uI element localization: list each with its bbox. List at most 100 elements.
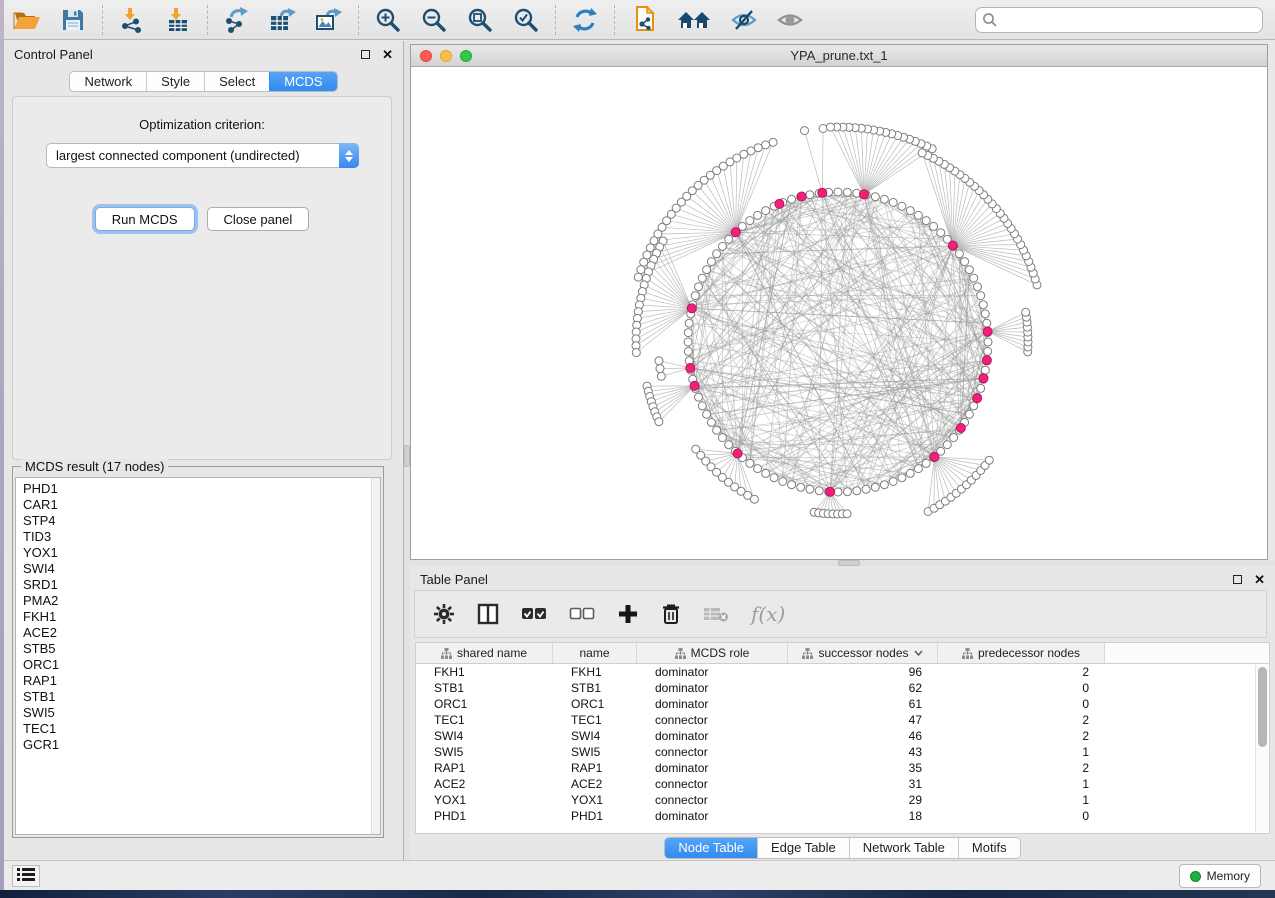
mcds-list-scrollbar[interactable] — [371, 478, 380, 834]
graph-node[interactable] — [707, 258, 715, 266]
graph-node[interactable] — [725, 441, 733, 449]
graph-node[interactable] — [695, 393, 703, 401]
table-cell-predecessor_nodes[interactable]: 0 — [938, 681, 1105, 695]
graph-node[interactable] — [698, 274, 706, 282]
table-row[interactable]: SWI5SWI5connector431 — [416, 744, 1269, 760]
graph-node[interactable] — [889, 199, 897, 207]
table-cell-mcds_role[interactable]: connector — [637, 713, 788, 727]
mcds-result-item[interactable]: CAR1 — [23, 497, 380, 513]
graph-node[interactable] — [965, 266, 973, 274]
graph-node[interactable] — [746, 459, 754, 467]
graph-node[interactable] — [703, 266, 711, 274]
home-pages-button[interactable] — [675, 5, 713, 35]
graph-node[interactable] — [950, 434, 958, 442]
graph-node[interactable] — [762, 141, 770, 149]
graph-node[interactable] — [657, 372, 665, 380]
graph-node[interactable] — [754, 465, 762, 473]
hide-details-button[interactable] — [729, 5, 759, 35]
graph-node[interactable] — [930, 222, 938, 230]
graph-node[interactable] — [843, 188, 851, 196]
table-cell-name[interactable]: SWI4 — [553, 729, 637, 743]
table-cell-predecessor_nodes[interactable]: 2 — [938, 665, 1105, 679]
table-cell-successor_nodes[interactable]: 96 — [788, 665, 938, 679]
import-network-button[interactable] — [117, 5, 147, 35]
tab-network-table[interactable]: Network Table — [849, 838, 958, 858]
table-row[interactable]: YOX1YOX1connector291 — [416, 792, 1269, 808]
graph-node[interactable] — [797, 483, 805, 491]
table-cell-shared_name[interactable]: SWI4 — [416, 729, 553, 743]
graph-node[interactable] — [718, 434, 726, 442]
graph-node[interactable] — [914, 465, 922, 473]
new-network-from-selection-button[interactable] — [629, 5, 659, 35]
table-cell-name[interactable]: STB1 — [553, 681, 637, 695]
graph-node[interactable] — [815, 487, 823, 495]
table-cell-predecessor_nodes[interactable]: 0 — [938, 809, 1105, 823]
search-input[interactable] — [975, 7, 1263, 33]
graph-node[interactable] — [906, 207, 914, 215]
mcds-node[interactable] — [956, 424, 965, 433]
table-cell-successor_nodes[interactable]: 62 — [788, 681, 938, 695]
graph-node[interactable] — [806, 191, 814, 199]
table-row[interactable]: PHD1PHD1dominator180 — [416, 808, 1269, 824]
table-cell-mcds_role[interactable]: dominator — [637, 761, 788, 775]
mcds-node[interactable] — [690, 381, 699, 390]
network-graph-canvas[interactable] — [411, 67, 1267, 559]
close-panel-button[interactable]: Close panel — [207, 207, 310, 231]
optimization-criterion-dropdown[interactable]: largest connected component (undirected) — [46, 143, 359, 168]
table-cell-name[interactable]: ORC1 — [553, 697, 637, 711]
show-details-button[interactable] — [775, 5, 805, 35]
mcds-node[interactable] — [826, 487, 835, 496]
mcds-result-item[interactable]: PHD1 — [23, 481, 380, 497]
column-header-predecessor-nodes[interactable]: predecessor nodes — [938, 643, 1105, 663]
settings-gear-icon[interactable] — [433, 603, 455, 625]
close-panel-icon[interactable]: ✕ — [382, 48, 393, 61]
graph-node[interactable] — [961, 258, 969, 266]
graph-node[interactable] — [977, 292, 985, 300]
table-cell-predecessor_nodes[interactable]: 2 — [938, 713, 1105, 727]
mcds-result-item[interactable]: PMA2 — [23, 593, 380, 609]
graph-node[interactable] — [698, 402, 706, 410]
graph-node[interactable] — [632, 349, 640, 357]
graph-node[interactable] — [898, 474, 906, 482]
mcds-result-item[interactable]: STB5 — [23, 641, 380, 657]
graph-node[interactable] — [801, 127, 809, 135]
graph-node[interactable] — [827, 123, 835, 131]
table-row[interactable]: ACE2ACE2connector311 — [416, 776, 1269, 792]
mcds-result-item[interactable]: SWI4 — [23, 561, 380, 577]
tab-select[interactable]: Select — [204, 72, 269, 91]
network-window-titlebar[interactable]: YPA_prune.txt_1 — [411, 45, 1267, 67]
zoom-selected-button[interactable] — [511, 5, 541, 35]
graph-node[interactable] — [1022, 308, 1030, 316]
mcds-node[interactable] — [860, 190, 869, 199]
mcds-result-list[interactable]: PHD1CAR1STP4TID3YOX1SWI4SRD1PMA2FKH1ACE2… — [15, 477, 381, 835]
float-panel-icon[interactable] — [1233, 575, 1242, 584]
graph-node[interactable] — [984, 347, 992, 355]
graph-node[interactable] — [943, 441, 951, 449]
graph-node[interactable] — [983, 319, 991, 327]
graph-node[interactable] — [922, 217, 930, 225]
open-file-button[interactable] — [12, 5, 42, 35]
table-cell-mcds_role[interactable]: dominator — [637, 697, 788, 711]
graph-node[interactable] — [725, 235, 733, 243]
graph-node[interactable] — [981, 310, 989, 318]
table-cell-shared_name[interactable]: TEC1 — [416, 713, 553, 727]
zoom-in-button[interactable] — [373, 5, 403, 35]
table-row[interactable]: SWI4SWI4dominator462 — [416, 728, 1269, 744]
tab-node-table[interactable]: Node Table — [665, 838, 757, 858]
graph-node[interactable] — [955, 250, 963, 258]
graph-node[interactable] — [819, 125, 827, 133]
graph-node[interactable] — [684, 338, 692, 346]
mcds-result-item[interactable]: ACE2 — [23, 625, 380, 641]
graph-node[interactable] — [655, 418, 663, 426]
close-panel-icon[interactable]: ✕ — [1254, 573, 1265, 586]
graph-node[interactable] — [806, 485, 814, 493]
table-cell-shared_name[interactable]: SWI5 — [416, 745, 553, 759]
graph-node[interactable] — [937, 229, 945, 237]
graph-node[interactable] — [834, 488, 842, 496]
mcds-result-item[interactable]: STP4 — [23, 513, 380, 529]
graph-node[interactable] — [843, 488, 851, 496]
table-cell-mcds_role[interactable]: dominator — [637, 729, 788, 743]
mcds-node[interactable] — [948, 241, 957, 250]
graph-node[interactable] — [640, 258, 648, 266]
table-cell-name[interactable]: ACE2 — [553, 777, 637, 791]
